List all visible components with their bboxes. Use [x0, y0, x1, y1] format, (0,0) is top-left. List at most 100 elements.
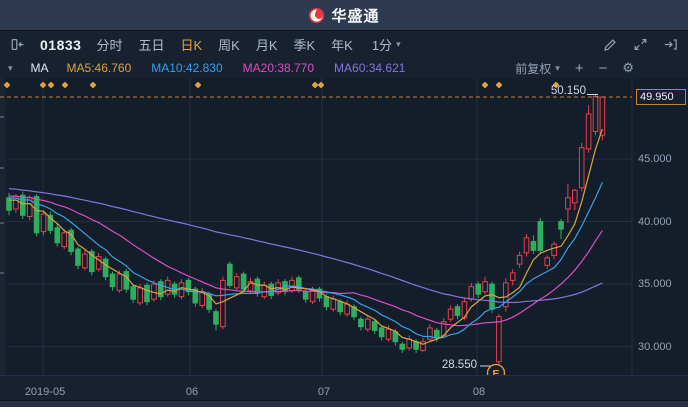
candle-body — [510, 273, 515, 281]
candlestick-chart[interactable]: 50.15028.550E — [0, 78, 688, 375]
title-bar: 华盛通 — [0, 0, 688, 30]
event-dot[interactable] — [496, 82, 503, 89]
candle-body — [517, 255, 522, 264]
draw-pencil-icon[interactable] — [603, 37, 618, 52]
candle-body — [483, 282, 488, 292]
tab-日K[interactable]: 日K — [180, 35, 202, 54]
event-dot[interactable] — [48, 82, 55, 89]
event-dot[interactable] — [90, 82, 97, 89]
x-axis-label: 06 — [157, 386, 227, 398]
candle-body — [324, 297, 329, 307]
candle-body — [214, 312, 219, 325]
tab-分时[interactable]: 分时 — [96, 35, 122, 54]
x-axis-label: 2019-05 — [10, 386, 80, 398]
minute-period-dropdown[interactable]: 1分 ▾ — [372, 35, 401, 54]
chevron-down-icon: ▾ — [396, 39, 401, 50]
event-dot[interactable] — [312, 82, 319, 89]
candle-body — [579, 148, 584, 188]
y-axis-label: 30.000 — [638, 341, 672, 353]
y-axis-label: 40.000 — [638, 216, 672, 228]
candle-body — [241, 274, 246, 289]
candle-body — [372, 322, 377, 331]
minute-period-label: 1分 — [372, 35, 392, 54]
candle-body — [55, 228, 60, 243]
candle-body — [490, 284, 495, 309]
candle-body — [76, 249, 81, 265]
event-dot[interactable] — [318, 82, 325, 89]
settings-gear-icon[interactable]: ⚙ — [622, 60, 634, 76]
candle-body — [497, 317, 502, 362]
candle-body — [448, 309, 453, 319]
price-annotation: 50.150 — [551, 85, 586, 97]
candle-body — [234, 277, 239, 288]
candle-body — [124, 272, 129, 290]
brand-name: 华盛通 — [331, 5, 379, 26]
candle-body — [138, 288, 143, 303]
chart-toolbar: 01833 分时五日日K 周K 月K 季K 年K 1分 ▾ — [0, 30, 688, 58]
candle-body — [255, 279, 260, 293]
indicator-name[interactable]: MA — [31, 61, 49, 75]
trading-app-window: 华盛通 01833 分时五日日K 周K 月K 季K 年K 1分 ▾ ▾ MA — [0, 0, 688, 407]
ma-value: MA10:42.830 — [151, 61, 222, 75]
candle-body — [131, 287, 136, 300]
event-dot[interactable] — [62, 82, 69, 89]
event-dot[interactable] — [40, 82, 47, 89]
candle-body — [407, 339, 412, 348]
candle-body — [586, 114, 591, 149]
x-axis-label: 08 — [444, 386, 514, 398]
candle-body — [34, 197, 39, 233]
stock-code: 01833 — [40, 37, 81, 53]
pop-out-window-icon[interactable] — [663, 37, 678, 52]
candle-body — [331, 299, 336, 309]
period-tabs: 分时五日日K 周K 月K 季K 年K — [96, 35, 352, 54]
candle-body — [290, 280, 295, 290]
ma-value: MA5:46.760 — [67, 61, 132, 75]
x-axis: 2019-05 06 07 08 — [0, 375, 688, 400]
zoom-out-button[interactable]: − — [599, 61, 608, 76]
candle-body — [566, 198, 571, 209]
candle-body — [469, 287, 474, 300]
candle-body — [83, 254, 88, 268]
candle-body — [338, 302, 343, 312]
bottom-strip — [0, 400, 688, 407]
candle-body — [110, 274, 115, 287]
x-axis-label: 07 — [289, 386, 359, 398]
ma-values: MA5:46.760MA10:42.830MA20:38.770MA60:34.… — [67, 61, 406, 75]
collapse-panel-icon[interactable] — [10, 37, 25, 52]
candle-body — [103, 259, 108, 277]
tab-月K[interactable]: 月K — [256, 35, 278, 54]
candle-body — [455, 307, 460, 316]
candle-body — [41, 214, 46, 232]
tab-周K[interactable]: 周K — [218, 35, 240, 54]
candle-body — [538, 222, 543, 251]
candle-body — [524, 238, 529, 253]
zoom-in-button[interactable]: + — [575, 61, 584, 76]
event-dot[interactable] — [195, 82, 202, 89]
candle-body — [545, 258, 550, 266]
indicator-bar: ▾ MA MA5:46.760MA10:42.830MA20:38.770MA6… — [0, 58, 688, 78]
candle-body — [21, 195, 26, 215]
indicator-dropdown-icon[interactable]: ▾ — [8, 63, 13, 74]
candle-body — [435, 330, 440, 338]
chevron-down-icon: ▾ — [555, 63, 560, 74]
candle-body — [573, 190, 578, 203]
candle-body — [379, 328, 384, 337]
candle-body — [117, 274, 122, 290]
tab-五日[interactable]: 五日 — [138, 35, 164, 54]
candle-body — [310, 290, 315, 301]
candle-body — [476, 284, 481, 294]
ma-value: MA20:38.770 — [243, 61, 314, 75]
left-edge-strip — [0, 78, 6, 375]
fullscreen-expand-icon[interactable] — [633, 37, 648, 52]
candle-body — [531, 242, 536, 251]
candle-body — [269, 284, 274, 295]
candle-body — [345, 304, 350, 314]
candle-body — [593, 96, 598, 131]
candle-body — [366, 319, 371, 329]
adjust-mode-dropdown[interactable]: 前复权 ▾ — [515, 60, 560, 77]
tab-年K[interactable]: 年K — [331, 35, 353, 54]
event-dot[interactable] — [482, 82, 489, 89]
candle-body — [552, 244, 557, 255]
candle-body — [559, 222, 564, 230]
tab-季K[interactable]: 季K — [293, 35, 315, 54]
